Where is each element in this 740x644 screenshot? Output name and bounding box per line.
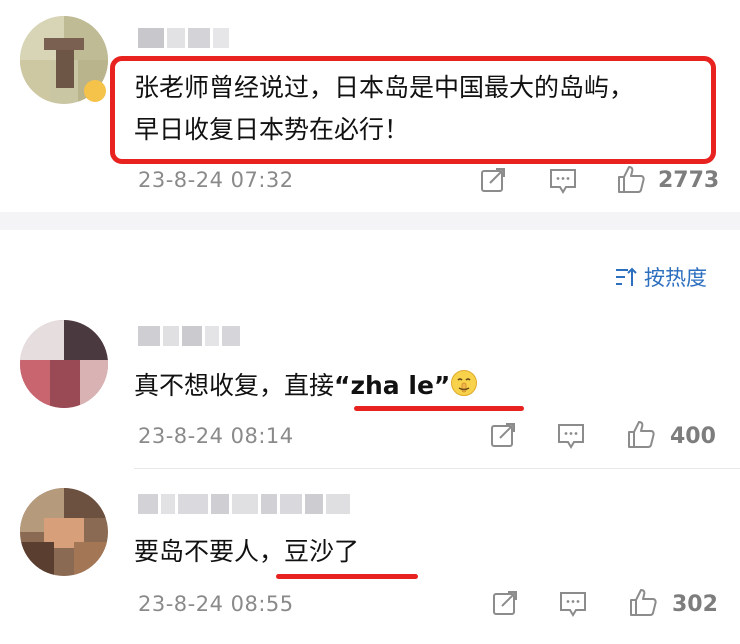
like-icon[interactable] <box>626 419 656 449</box>
username-blurred[interactable] <box>138 326 240 346</box>
comment-text-main: 要岛不要人， <box>134 537 285 566</box>
shush-face-emoji <box>451 370 478 396</box>
share-icon[interactable] <box>478 165 508 195</box>
sort-by-heat-button[interactable]: 按热度 <box>614 262 707 292</box>
comment-quote: “zha le” <box>334 371 451 400</box>
like-count: 302 <box>672 592 718 617</box>
divider <box>134 468 740 469</box>
like-icon[interactable] <box>616 164 646 194</box>
username-blurred[interactable] <box>138 28 229 48</box>
share-icon[interactable] <box>488 420 518 450</box>
comment-timestamp: 23-8-24 08:14 <box>138 424 294 448</box>
comment-text-highlighted: 豆沙了 <box>284 537 360 566</box>
red-underline <box>354 406 524 411</box>
comment-icon[interactable] <box>556 421 586 451</box>
comment-icon[interactable] <box>548 166 578 196</box>
avatar[interactable] <box>20 320 108 408</box>
comment-timestamp: 23-8-24 08:55 <box>138 592 294 616</box>
comment-text-main: 真不想收复，直接 <box>134 371 335 400</box>
username-blurred[interactable] <box>138 494 350 514</box>
section-separator <box>0 212 740 230</box>
sort-icon <box>616 267 637 286</box>
like-icon[interactable] <box>628 587 658 617</box>
share-icon[interactable] <box>490 588 520 618</box>
comment-timestamp: 23-8-24 07:32 <box>138 168 294 192</box>
red-underline <box>276 574 418 579</box>
like-count: 400 <box>670 424 716 449</box>
comment-text: 要岛不要人，豆沙了 <box>134 534 359 570</box>
sort-label: 按热度 <box>644 266 707 290</box>
avatar[interactable] <box>20 488 108 576</box>
comment-text-line1: 张老师曾经说过，日本岛是中国最大的岛屿， <box>134 73 635 102</box>
comment-icon[interactable] <box>558 589 588 619</box>
vip-badge-icon <box>84 80 106 102</box>
like-count: 2773 <box>658 168 720 193</box>
comment-text: 真不想收复，直接“zha le” <box>134 368 478 404</box>
comment-text-line2: 早日收复日本势在必行！ <box>134 115 410 144</box>
